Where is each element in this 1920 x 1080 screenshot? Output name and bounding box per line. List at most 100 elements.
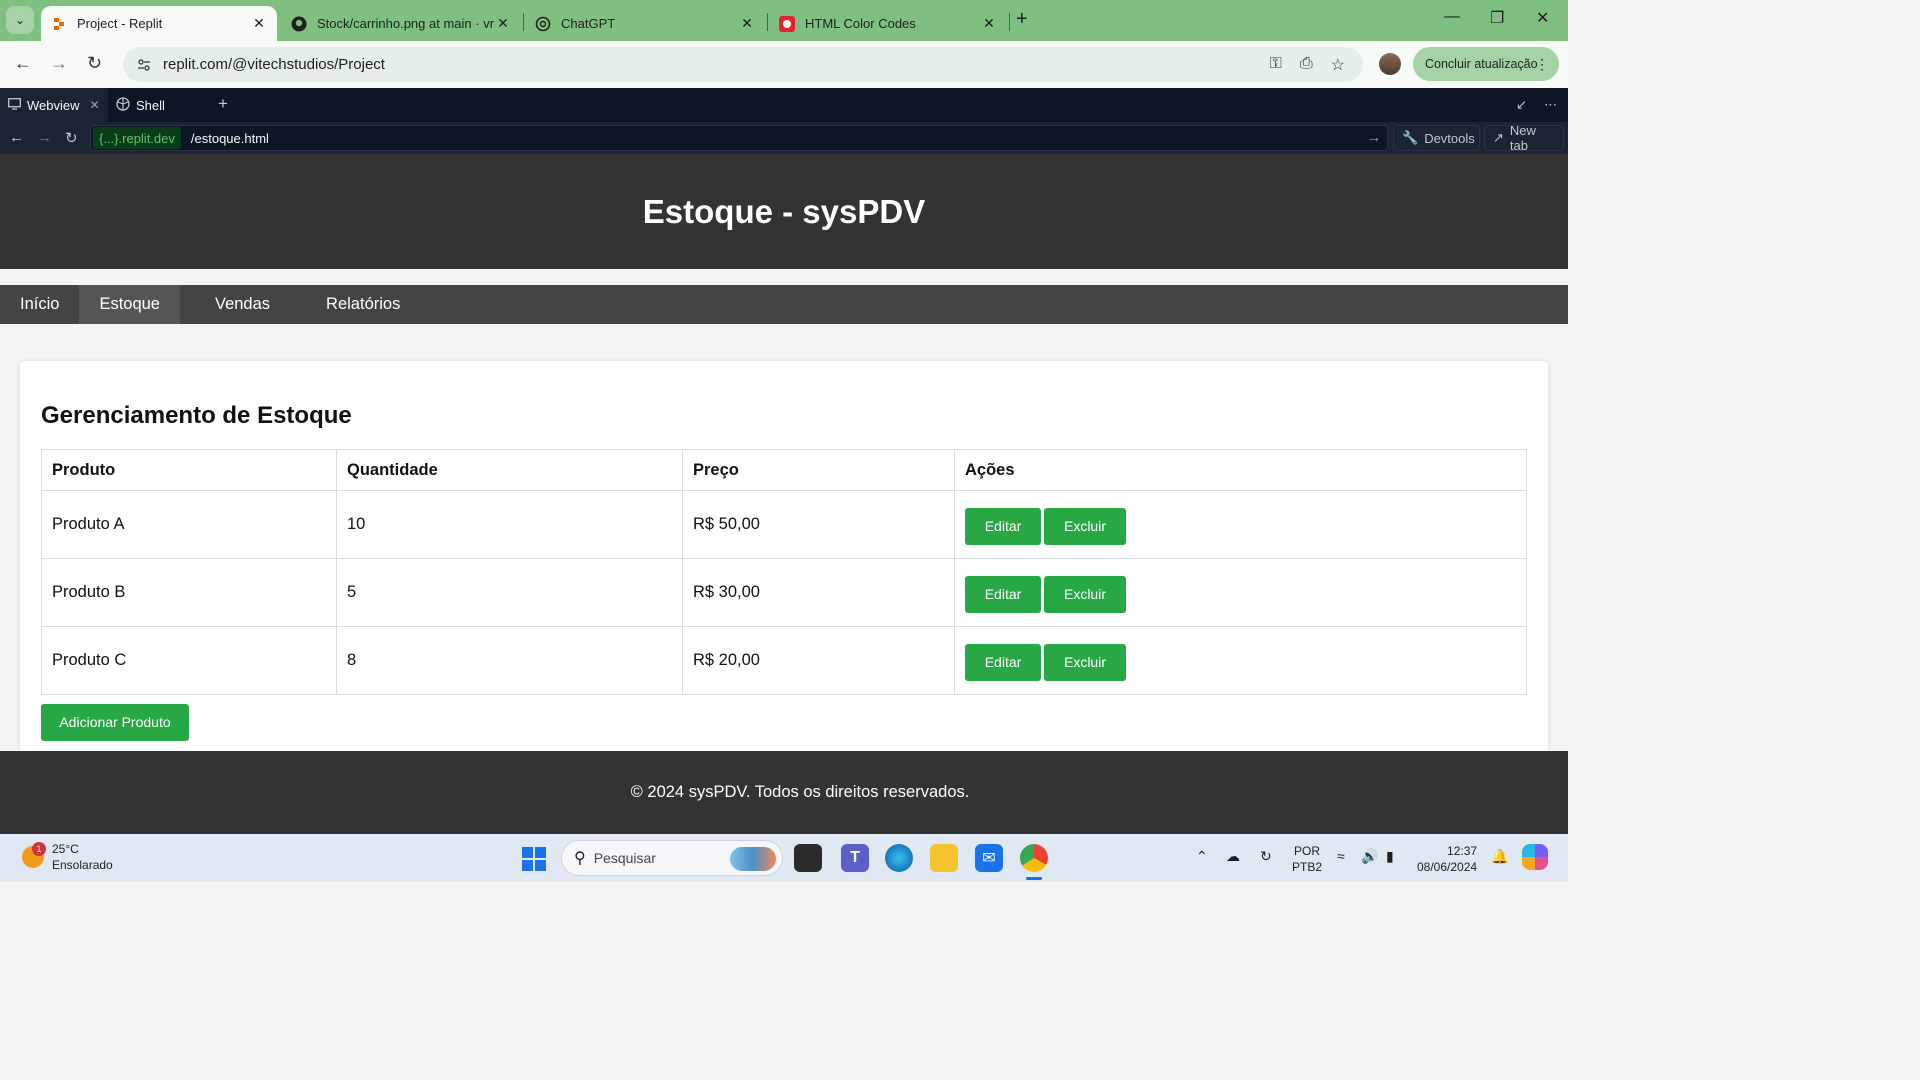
onedrive-cloud-icon[interactable]: ☁ <box>1226 848 1240 865</box>
sun-icon: 1 <box>22 842 46 868</box>
product-quantity: 8 <box>336 626 683 695</box>
close-tab-icon[interactable]: ✕ <box>495 15 511 32</box>
go-arrow-icon[interactable]: → <box>1367 129 1381 145</box>
webview-reload-icon[interactable]: ↻ <box>65 129 78 147</box>
webview-tab-label: Webview <box>27 97 80 113</box>
sync-icon[interactable]: ↻ <box>1260 848 1272 865</box>
language-code: POR <box>1294 844 1321 858</box>
column-header: Ações <box>954 449 1527 491</box>
monitor-icon <box>8 97 21 113</box>
wifi-icon[interactable]: ≈ <box>1337 848 1345 864</box>
browser-tab-replit[interactable]: Project - Replit ✕ <box>41 6 277 41</box>
devtools-button[interactable]: 🔧 Devtools <box>1393 125 1480 151</box>
update-browser-button[interactable]: Concluir atualização ⋮ <box>1413 47 1559 81</box>
edit-button[interactable]: Editar <box>965 644 1041 681</box>
install-app-icon[interactable]: ⎙ <box>1300 55 1313 75</box>
taskbar: 1 25°C Ensolarado ⚲ Pesquisar T ✉ ⌃ ☁ ↻ … <box>0 834 1568 882</box>
back-arrow-icon[interactable]: ← <box>14 53 32 74</box>
file-explorer-icon[interactable] <box>930 844 958 872</box>
webview-forward-icon[interactable]: → <box>37 129 52 146</box>
profile-avatar[interactable] <box>1379 53 1401 75</box>
volume-icon[interactable]: 🔊 <box>1361 848 1378 865</box>
input-language[interactable]: POR PTB2 <box>1292 843 1322 875</box>
tab-separator <box>1009 13 1010 31</box>
bookmark-star-icon[interactable]: ☆ <box>1331 55 1345 75</box>
product-quantity: 5 <box>336 558 683 627</box>
add-pane-tab-icon[interactable]: + <box>218 94 228 114</box>
close-webview-tab-icon[interactable]: ✕ <box>90 98 100 112</box>
edge-icon[interactable] <box>885 844 913 872</box>
address-bar[interactable]: replit.com/@vitechstudios/Project ⚿ ⎙ ☆ <box>123 47 1363 82</box>
tab-title: HTML Color Codes <box>805 16 916 31</box>
delete-button[interactable]: Excluir <box>1044 644 1126 681</box>
close-tab-icon[interactable]: ✕ <box>739 15 755 32</box>
site-info-icon[interactable] <box>133 54 155 76</box>
menu-dots-icon[interactable]: ⋮ <box>1535 56 1549 73</box>
new-tab-plus-icon[interactable]: + <box>1016 8 1028 31</box>
edit-button[interactable]: Editar <box>965 576 1041 613</box>
show-hidden-icons-chevron-icon[interactable]: ⌃ <box>1196 848 1208 865</box>
restore-icon[interactable]: ❐ <box>1490 8 1504 28</box>
delete-button[interactable]: Excluir <box>1044 576 1126 613</box>
browser-tab-html-color-codes[interactable]: HTML Color Codes ✕ <box>769 6 1007 41</box>
address-text: replit.com/@vitechstudios/Project <box>163 56 385 73</box>
close-tab-icon[interactable]: ✕ <box>981 15 997 32</box>
windows-start-icon[interactable] <box>522 847 546 871</box>
shell-tab-label: Shell <box>136 97 165 113</box>
browser-tab-github[interactable]: Stock/carrinho.png at main · vr ✕ <box>281 6 521 41</box>
open-new-tab-button[interactable]: ↗ New tab <box>1484 123 1564 153</box>
close-window-icon[interactable]: ✕ <box>1536 8 1549 28</box>
webview-url-input[interactable]: {...}.replit.dev /estoque.html → <box>90 125 1388 151</box>
devtools-label: Devtools <box>1424 130 1475 146</box>
taskbar-search[interactable]: ⚲ Pesquisar <box>561 840 783 876</box>
nav-link-inicio[interactable]: Início <box>0 285 79 324</box>
forward-arrow-icon[interactable]: → <box>50 53 68 74</box>
delete-button[interactable]: Excluir <box>1044 508 1126 545</box>
shell-icon <box>116 96 130 114</box>
clock[interactable]: 12:37 08/06/2024 <box>1417 843 1477 875</box>
more-options-icon[interactable]: ⋯ <box>1544 97 1557 113</box>
section-title: Gerenciamento de Estoque <box>41 402 352 429</box>
minimize-icon[interactable]: — <box>1444 8 1460 26</box>
browser-toolbar: ← → ↻ replit.com/@vitechstudios/Project … <box>0 41 1568 88</box>
teams-icon[interactable]: T <box>841 844 869 872</box>
webview-path: /estoque.html <box>190 130 269 146</box>
webview-tab[interactable]: Webview ✕ <box>0 88 108 122</box>
replit-domain-badge: {...}.replit.dev <box>93 127 181 149</box>
product-price: R$ 20,00 <box>682 626 955 695</box>
copilot-icon[interactable] <box>1522 844 1548 870</box>
nav-link-estoque[interactable]: Estoque <box>79 285 180 324</box>
new-tab-label: New tab <box>1509 123 1536 153</box>
stock-card: Gerenciamento de Estoque Produto Quantid… <box>20 361 1548 781</box>
browser-tab-chatgpt[interactable]: ChatGPT ✕ <box>525 6 765 41</box>
search-highlight-art <box>730 847 776 871</box>
github-favicon-icon <box>291 16 307 32</box>
external-link-icon: ↗ <box>1493 130 1504 145</box>
chrome-icon[interactable] <box>1020 844 1048 880</box>
battery-icon[interactable]: ▮ <box>1386 848 1394 865</box>
notification-badge: 1 <box>32 842 46 856</box>
shell-tab[interactable]: Shell <box>108 88 208 122</box>
search-icon: ⚲ <box>574 850 586 867</box>
notification-bell-icon[interactable]: 🔔 <box>1491 848 1508 865</box>
webview-back-icon[interactable]: ← <box>9 129 24 146</box>
edit-button[interactable]: Editar <box>965 508 1041 545</box>
mail-icon[interactable]: ✉ <box>975 844 1003 872</box>
weather-widget[interactable]: 1 25°C Ensolarado <box>22 841 113 873</box>
password-key-icon[interactable]: ⚿ <box>1270 55 1282 75</box>
tab-search-button[interactable]: ⌄ <box>6 6 34 34</box>
close-tab-icon[interactable]: ✕ <box>251 15 267 32</box>
reload-icon[interactable]: ↻ <box>87 53 102 74</box>
row-actions: Editar Excluir <box>954 626 1527 695</box>
table-row: Produto B 5 R$ 30,00 Editar Excluir <box>41 558 1527 627</box>
page-title: Estoque - sysPDV <box>642 192 926 230</box>
collapse-icon[interactable]: ↙ <box>1516 97 1527 113</box>
nav-link-vendas[interactable]: Vendas <box>180 285 290 324</box>
tab-title: ChatGPT <box>561 16 616 31</box>
nav-link-relatorios[interactable]: Relatórios <box>290 285 420 324</box>
task-view-icon[interactable] <box>794 844 822 872</box>
product-price: R$ 30,00 <box>682 558 955 627</box>
replit-favicon-icon <box>51 16 67 32</box>
product-quantity: 10 <box>336 490 683 559</box>
add-product-button[interactable]: Adicionar Produto <box>41 704 189 741</box>
